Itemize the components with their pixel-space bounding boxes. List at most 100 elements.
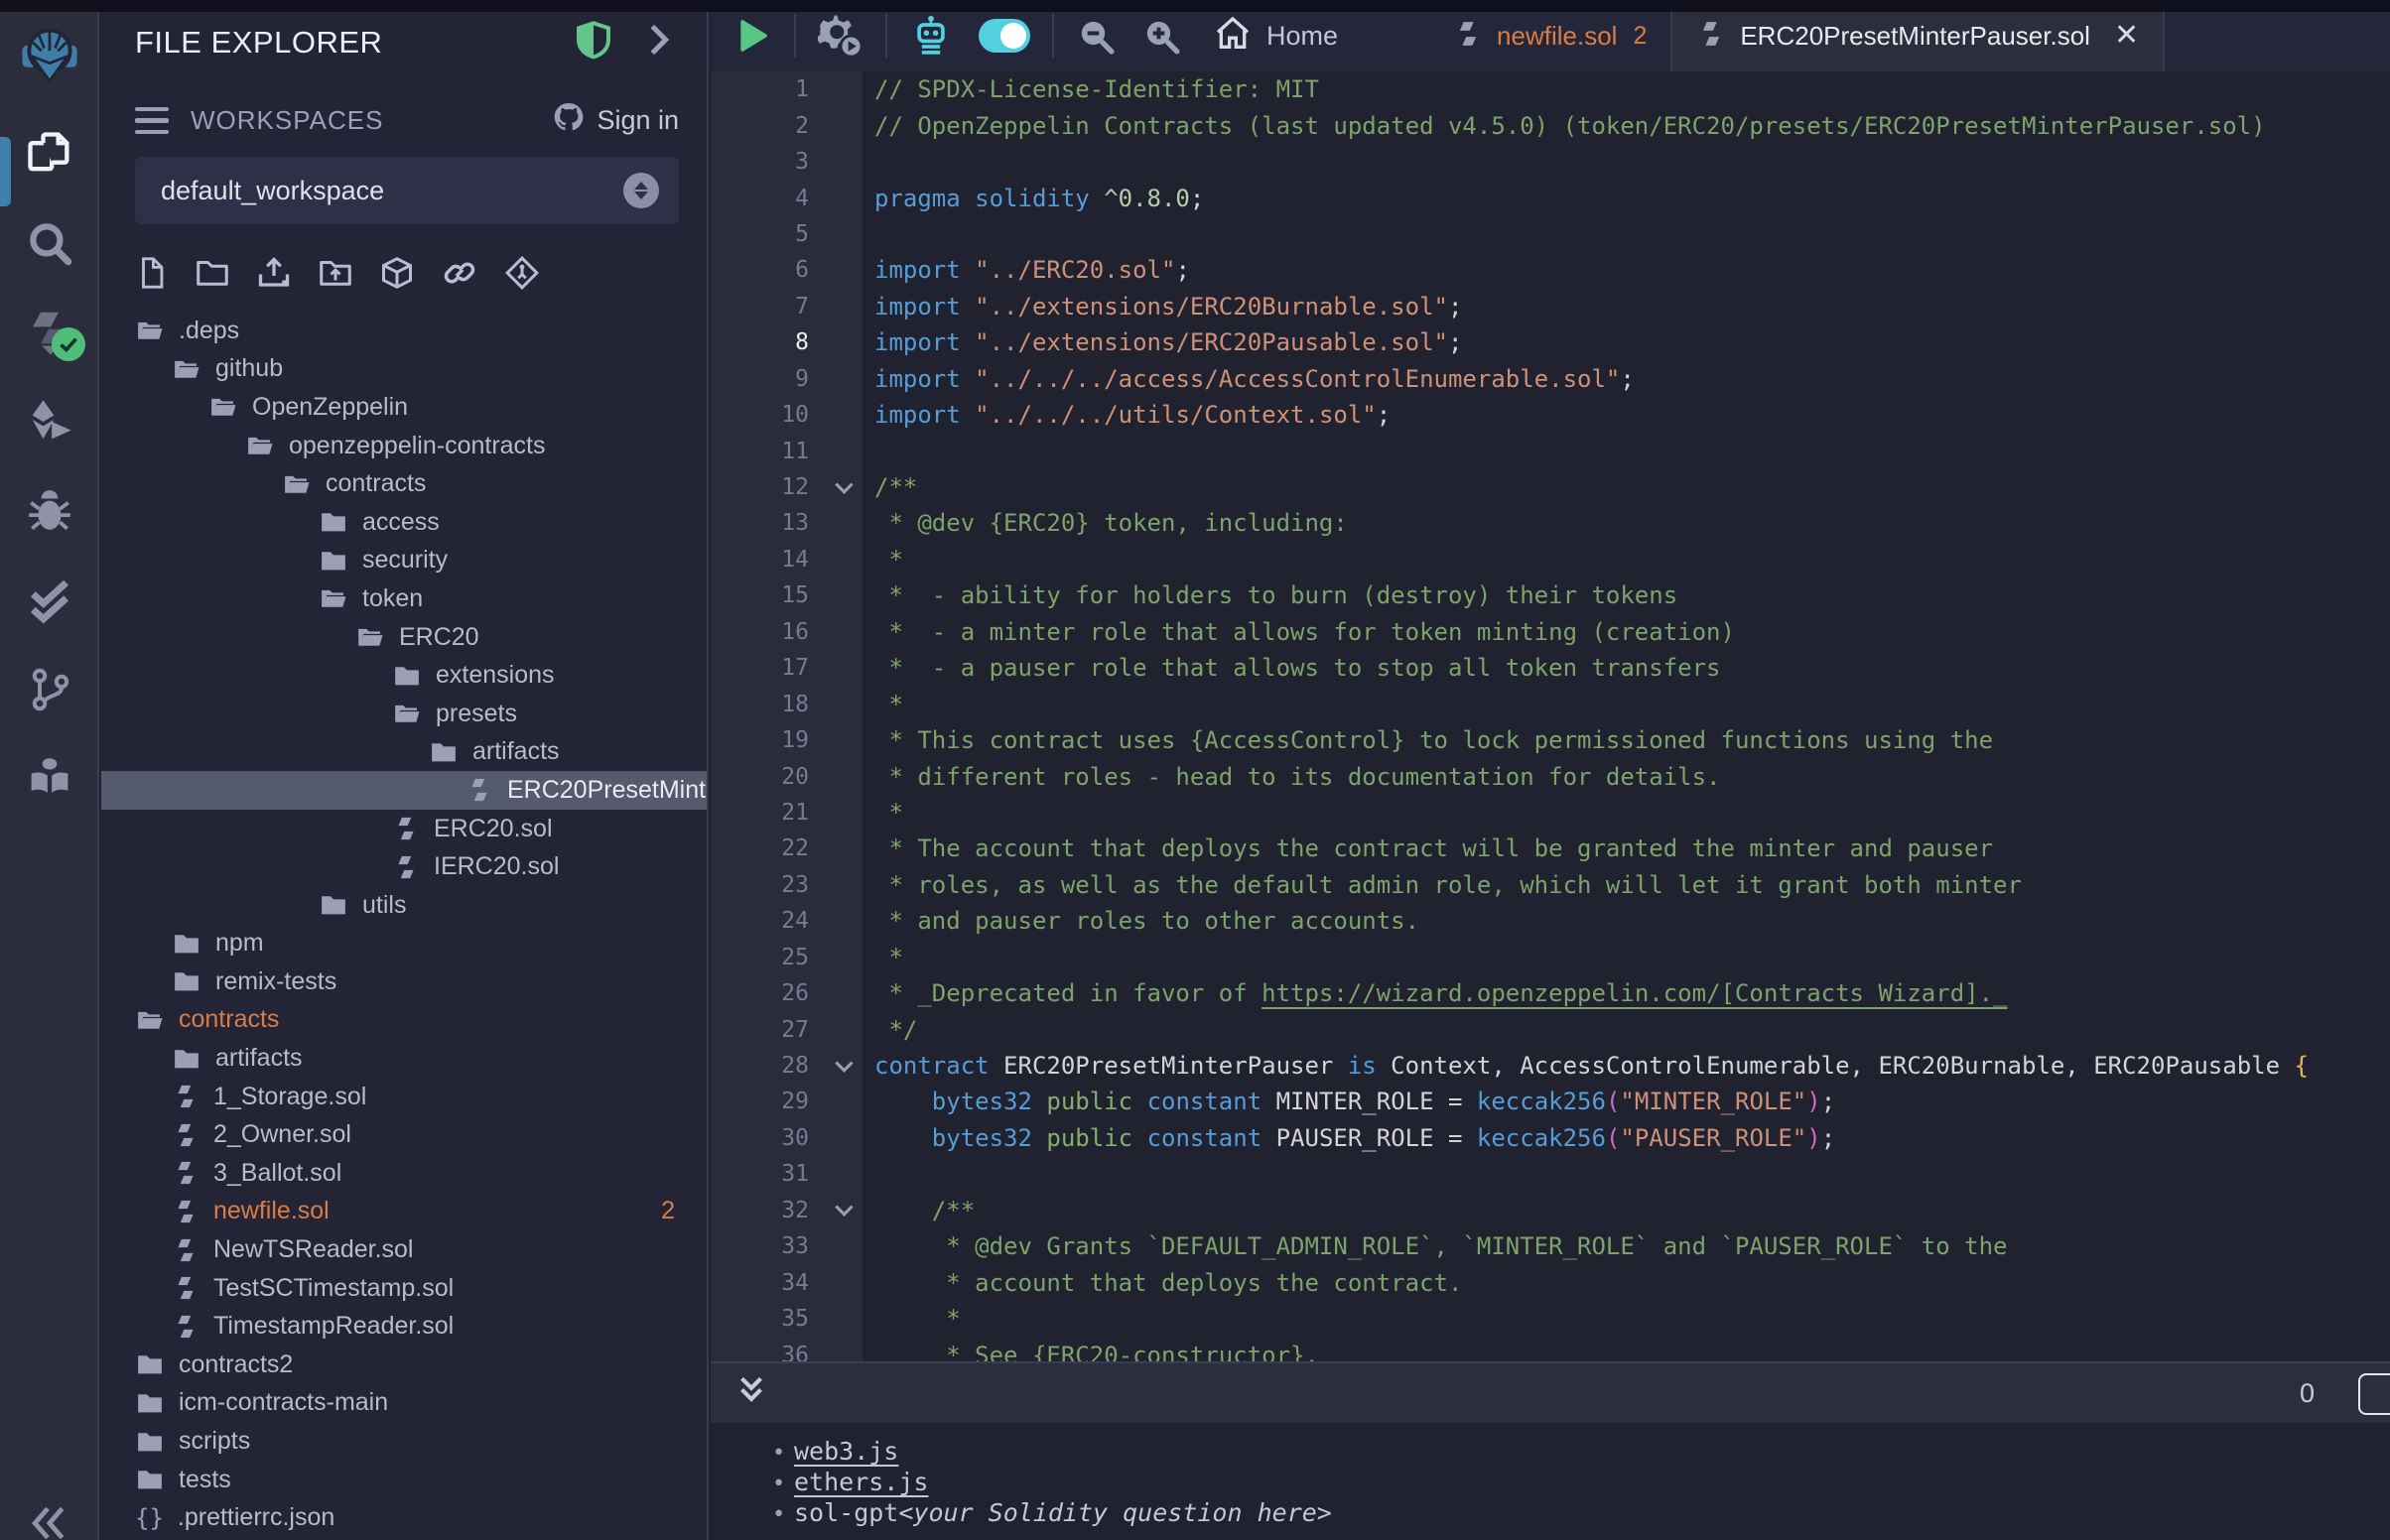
new-file-icon[interactable] bbox=[135, 256, 169, 290]
tree-item-utils[interactable]: utils bbox=[101, 886, 707, 925]
code-line-35[interactable]: 35 * bbox=[711, 1301, 2390, 1337]
code-line-17[interactable]: 17 * - a pauser role that allows to stop… bbox=[711, 650, 2390, 686]
code-line-34[interactable]: 34 * account that deploys the contract. bbox=[711, 1264, 2390, 1300]
tree-item-contracts2[interactable]: contracts2 bbox=[101, 1346, 707, 1384]
activity-git-icon[interactable] bbox=[0, 645, 99, 734]
tree-item-contracts[interactable]: contracts bbox=[101, 464, 707, 503]
tree-item-openzeppelin[interactable]: OpenZeppelin bbox=[101, 388, 707, 427]
tree-item-1-storage-sol[interactable]: 1_Storage.sol bbox=[101, 1078, 707, 1116]
tree-item-3-ballot-sol[interactable]: 3_Ballot.sol bbox=[101, 1154, 707, 1193]
link-icon[interactable] bbox=[441, 254, 478, 292]
activity-unit-testing-icon[interactable] bbox=[0, 556, 99, 645]
tree-item--prettierrc-json[interactable]: {}.prettierrc.json bbox=[101, 1498, 707, 1537]
tree-item-timestampreader-sol[interactable]: TimestampReader.sol bbox=[101, 1307, 707, 1346]
code-line-13[interactable]: 13 * @dev {ERC20} token, including: bbox=[711, 505, 2390, 541]
terminal-header[interactable]: 0 bbox=[711, 1361, 2390, 1423]
code-line-11[interactable]: 11 bbox=[711, 433, 2390, 468]
github-sign-in-button[interactable]: Sign in bbox=[551, 100, 679, 141]
tree-item-icm-contracts-main[interactable]: icm-contracts-main bbox=[101, 1384, 707, 1423]
tree-item-artifacts[interactable]: artifacts bbox=[101, 1039, 707, 1078]
tree-item-scripts[interactable]: scripts bbox=[101, 1422, 707, 1461]
code-editor[interactable]: 1// SPDX-License-Identifier: MIT2// Open… bbox=[711, 71, 2390, 1361]
zoom-in-button[interactable] bbox=[1141, 16, 1181, 56]
upload-file-icon[interactable] bbox=[256, 255, 292, 291]
code-line-27[interactable]: 27 */ bbox=[711, 1011, 2390, 1047]
code-line-2[interactable]: 2// OpenZeppelin Contracts (last updated… bbox=[711, 107, 2390, 143]
code-line-18[interactable]: 18 * bbox=[711, 686, 2390, 721]
tree-item-erc20presetminterpauser-[interactable]: ERC20PresetMinterPauser... bbox=[101, 771, 707, 810]
code-line-6[interactable]: 6import "../ERC20.sol"; bbox=[711, 252, 2390, 288]
code-line-3[interactable]: 3 bbox=[711, 144, 2390, 180]
activity-deploy-run-icon[interactable] bbox=[0, 377, 99, 466]
terminal-search-input[interactable] bbox=[2358, 1373, 2390, 1415]
code-line-31[interactable]: 31 bbox=[711, 1156, 2390, 1192]
code-line-19[interactable]: 19 * This contract uses {AccessControl} … bbox=[711, 722, 2390, 758]
tree-item--deps[interactable]: .deps bbox=[101, 312, 707, 350]
activity-solidity-compiler-icon[interactable] bbox=[0, 288, 99, 377]
code-line-33[interactable]: 33 * @dev Grants `DEFAULT_ADMIN_ROLE`, `… bbox=[711, 1228, 2390, 1264]
workspace-select[interactable]: default_workspace bbox=[135, 157, 679, 224]
code-line-1[interactable]: 1// SPDX-License-Identifier: MIT bbox=[711, 71, 2390, 107]
code-line-24[interactable]: 24 * and pauser roles to other accounts. bbox=[711, 903, 2390, 939]
tree-item-erc20[interactable]: ERC20 bbox=[101, 618, 707, 657]
code-line-12[interactable]: 12/** bbox=[711, 469, 2390, 505]
new-folder-icon[interactable] bbox=[195, 255, 230, 291]
tree-item-testsctimestamp-sol[interactable]: TestSCTimestamp.sol bbox=[101, 1269, 707, 1308]
tab-close-icon[interactable]: ✕ bbox=[2114, 21, 2139, 51]
activity-search-icon[interactable] bbox=[0, 198, 99, 288]
code-line-14[interactable]: 14 * bbox=[711, 542, 2390, 578]
tree-item-openzeppelin-contracts[interactable]: openzeppelin-contracts bbox=[101, 427, 707, 465]
code-line-29[interactable]: 29 bytes32 public constant MINTER_ROLE =… bbox=[711, 1084, 2390, 1119]
tree-item-access[interactable]: access bbox=[101, 503, 707, 542]
zoom-out-button[interactable] bbox=[1076, 16, 1116, 56]
code-line-9[interactable]: 9import "../../../access/AccessControlEn… bbox=[711, 361, 2390, 397]
code-line-28[interactable]: 28contract ERC20PresetMinterPauser is Co… bbox=[711, 1048, 2390, 1084]
tree-item-remix-tests[interactable]: remix-tests bbox=[101, 962, 707, 1001]
fold-chevron-icon[interactable] bbox=[825, 1060, 863, 1073]
tree-item-ierc20-sol[interactable]: IERC20.sol bbox=[101, 847, 707, 886]
code-line-32[interactable]: 32 /** bbox=[711, 1193, 2390, 1228]
code-line-10[interactable]: 10import "../../../utils/Context.sol"; bbox=[711, 397, 2390, 433]
code-line-22[interactable]: 22 * The account that deploys the contra… bbox=[711, 831, 2390, 866]
code-line-21[interactable]: 21 * bbox=[711, 795, 2390, 831]
tree-item-github[interactable]: github bbox=[101, 350, 707, 389]
tree-item-presets[interactable]: presets bbox=[101, 695, 707, 733]
remix-logo[interactable] bbox=[0, 14, 99, 93]
tree-item-artifacts[interactable]: artifacts bbox=[101, 733, 707, 772]
collapse-sidebar-icon[interactable] bbox=[26, 1501, 69, 1540]
shield-icon[interactable] bbox=[574, 20, 613, 64]
copilot-toggle[interactable] bbox=[979, 19, 1030, 53]
run-script-button[interactable] bbox=[732, 16, 772, 56]
tree-item-erc20-sol[interactable]: ERC20.sol bbox=[101, 810, 707, 848]
solidity-diamond-icon[interactable] bbox=[504, 255, 540, 291]
code-line-26[interactable]: 26 * _Deprecated in favor of https://wiz… bbox=[711, 975, 2390, 1011]
upload-folder-icon[interactable] bbox=[318, 255, 353, 291]
code-line-30[interactable]: 30 bytes32 public constant PAUSER_ROLE =… bbox=[711, 1120, 2390, 1156]
fold-chevron-icon[interactable] bbox=[825, 481, 863, 494]
code-line-8[interactable]: 8import "../extensions/ERC20Pausable.sol… bbox=[711, 324, 2390, 360]
code-line-4[interactable]: 4pragma solidity ^0.8.0; bbox=[711, 180, 2390, 215]
activity-learneth-icon[interactable] bbox=[0, 734, 99, 824]
ai-copilot-icon[interactable] bbox=[909, 14, 953, 58]
terminal-library-link[interactable]: ethers.js bbox=[794, 1468, 928, 1496]
tree-item-2-owner-sol[interactable]: 2_Owner.sol bbox=[101, 1115, 707, 1154]
activity-file-explorer-icon[interactable] bbox=[0, 109, 99, 198]
code-line-7[interactable]: 7import "../extensions/ERC20Burnable.sol… bbox=[711, 289, 2390, 324]
ipfs-cube-icon[interactable] bbox=[379, 255, 415, 291]
code-line-5[interactable]: 5 bbox=[711, 216, 2390, 252]
tree-item-newtsreader-sol[interactable]: NewTSReader.sol bbox=[101, 1230, 707, 1269]
tree-item-newfile-sol[interactable]: newfile.sol2 bbox=[101, 1193, 707, 1231]
terminal-library-link[interactable]: web3.js bbox=[794, 1437, 898, 1466]
tree-item-security[interactable]: security bbox=[101, 542, 707, 580]
tree-item-token[interactable]: token bbox=[101, 579, 707, 618]
workspaces-menu-icon[interactable] bbox=[135, 107, 169, 135]
tree-item-tests[interactable]: tests bbox=[101, 1461, 707, 1499]
tree-item-contracts[interactable]: contracts bbox=[101, 1001, 707, 1040]
compile-run-settings-button[interactable] bbox=[818, 13, 863, 59]
chevron-right-icon[interactable] bbox=[639, 20, 679, 64]
code-line-25[interactable]: 25 * bbox=[711, 940, 2390, 975]
code-line-36[interactable]: 36 * See {ERC20-constructor}. bbox=[711, 1337, 2390, 1361]
tree-item-npm[interactable]: npm bbox=[101, 925, 707, 963]
code-line-15[interactable]: 15 * - ability for holders to burn (dest… bbox=[711, 578, 2390, 613]
terminal-output[interactable]: •web3.js•ethers.js•sol-gpt <your Solidit… bbox=[711, 1423, 2390, 1540]
